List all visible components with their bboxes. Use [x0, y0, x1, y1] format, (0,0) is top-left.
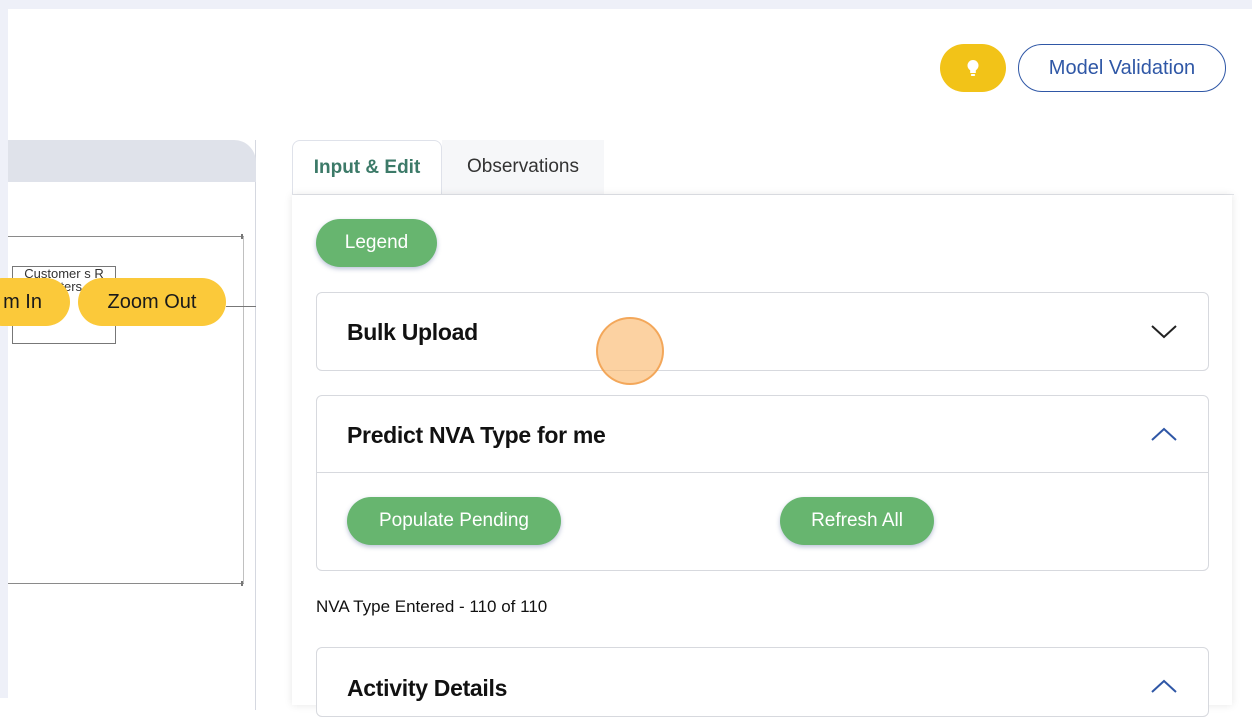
bulk-upload-accordion: Bulk Upload: [316, 292, 1209, 371]
refresh-all-button[interactable]: Refresh All: [780, 497, 934, 545]
canvas-tick: [241, 581, 243, 586]
zoom-in-button[interactable]: m In: [0, 278, 70, 326]
top-strip: [0, 0, 1252, 9]
bulk-upload-header[interactable]: Bulk Upload: [317, 293, 1208, 371]
populate-pending-button[interactable]: Populate Pending: [347, 497, 561, 545]
chevron-up-icon: [1151, 427, 1177, 441]
predict-nva-title: Predict NVA Type for me: [347, 421, 606, 448]
model-validation-button[interactable]: Model Validation: [1018, 44, 1226, 92]
left-strip: [0, 0, 8, 698]
canvas-tick: [241, 234, 243, 239]
predict-nva-header[interactable]: Predict NVA Type for me: [317, 396, 1208, 474]
tab-input-edit[interactable]: Input & Edit: [292, 140, 442, 194]
accordion-divider: [317, 472, 1208, 473]
cursor-highlight: [596, 317, 664, 385]
node-connector: [226, 306, 256, 307]
activity-details-header[interactable]: Activity Details: [317, 648, 1208, 728]
zoom-out-button[interactable]: Zoom Out: [78, 278, 226, 326]
chevron-down-icon: [1151, 325, 1177, 339]
nva-status-text: NVA Type Entered - 110 of 110: [316, 597, 548, 616]
lightbulb-icon: [967, 60, 979, 76]
activity-details-accordion: Activity Details: [316, 647, 1209, 717]
map-tab-bar: [8, 140, 256, 182]
hint-button[interactable]: [940, 44, 1006, 92]
process-map-panel: Customer s R enters m In Zoom Out: [0, 140, 256, 710]
bulk-upload-title: Bulk Upload: [347, 318, 478, 345]
legend-button[interactable]: Legend: [316, 219, 437, 267]
activity-details-title: Activity Details: [347, 674, 508, 701]
predict-nva-accordion: Predict NVA Type for me Populate Pending…: [316, 395, 1209, 571]
chevron-up-icon: [1151, 679, 1177, 693]
tab-observations[interactable]: Observations: [442, 140, 604, 194]
